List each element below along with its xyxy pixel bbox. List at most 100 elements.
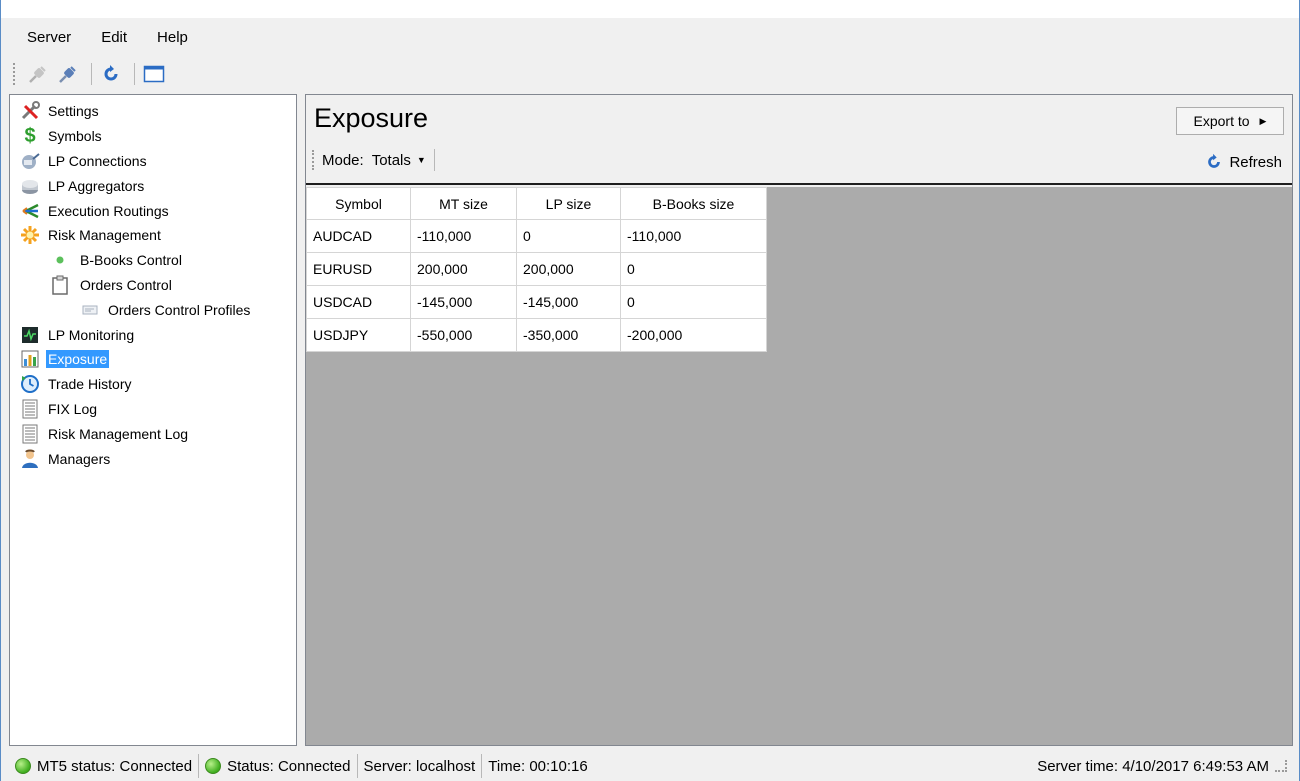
exposure-grid: Symbol MT size LP size B-Books size AUDC… bbox=[306, 187, 1292, 745]
mode-value: Totals bbox=[371, 151, 411, 169]
nav-label: Orders Control Profiles bbox=[108, 301, 251, 318]
nav-item-orders-control-profiles[interactable]: Orders Control Profiles bbox=[10, 297, 296, 322]
connection-status-text: Status: Connected bbox=[227, 757, 351, 775]
disconnect-button[interactable] bbox=[55, 61, 81, 87]
nav-label: LP Monitoring bbox=[48, 326, 135, 343]
server-status: Server: localhost bbox=[358, 754, 483, 778]
nav-item-settings[interactable]: Settings bbox=[10, 99, 296, 124]
toolbar-grip[interactable] bbox=[312, 150, 316, 170]
mode-dropdown[interactable]: Totals ▼ bbox=[372, 152, 426, 169]
cell-symbol: USDJPY bbox=[306, 318, 411, 352]
app-window: Server Edit Help Settings $ Symbols LP C… bbox=[0, 0, 1300, 781]
nav-label: LP Aggregators bbox=[48, 177, 145, 194]
routing-icon bbox=[20, 201, 40, 221]
toolbar-separator bbox=[134, 63, 135, 85]
cell-lp-size: 0 bbox=[516, 219, 621, 253]
dollar-icon: $ bbox=[24, 124, 36, 147]
profile-icon bbox=[80, 300, 100, 320]
nav-item-orders-control[interactable]: Orders Control bbox=[10, 273, 296, 298]
menu-bar: Server Edit Help bbox=[9, 18, 1293, 56]
nav-label: B-Books Control bbox=[80, 252, 182, 269]
nav-item-risk-management[interactable]: Risk Management bbox=[10, 223, 296, 248]
connect-button[interactable] bbox=[25, 61, 51, 87]
clipboard-icon bbox=[50, 275, 70, 295]
mt5-status-text: MT5 status: Connected bbox=[37, 757, 193, 775]
cell-mt-size: -110,000 bbox=[410, 219, 517, 253]
cell-symbol: AUDCAD bbox=[306, 219, 411, 253]
nav-label: Risk Management bbox=[48, 227, 161, 244]
cell-mt-size: -145,000 bbox=[410, 285, 517, 319]
lp-connections-icon bbox=[20, 151, 40, 171]
risk-icon bbox=[20, 225, 40, 245]
nav-item-managers[interactable]: Managers bbox=[10, 446, 296, 471]
exposure-table: Symbol MT size LP size B-Books size AUDC… bbox=[306, 187, 767, 352]
export-button[interactable]: Export to ▶ bbox=[1176, 107, 1284, 135]
window-icon bbox=[143, 65, 165, 83]
resize-grip[interactable] bbox=[1275, 760, 1287, 772]
nav-label: Symbols bbox=[48, 128, 102, 145]
cell-b-books-size: -200,000 bbox=[620, 318, 767, 352]
table-row[interactable]: USDJPY -550,000 -350,000 -200,000 bbox=[306, 318, 767, 352]
menu-help[interactable]: Help bbox=[153, 25, 192, 50]
nav-item-risk-management-log[interactable]: Risk Management Log bbox=[10, 421, 296, 446]
panel-header: Exposure Export to ▶ Mode: Totals ▼ Refr… bbox=[306, 95, 1292, 185]
cell-lp-size: 200,000 bbox=[516, 252, 621, 286]
connect-icon bbox=[29, 66, 46, 83]
nav-item-exposure[interactable]: Exposure bbox=[10, 347, 296, 372]
toolbar-grip[interactable] bbox=[13, 63, 17, 85]
title-area bbox=[1, 0, 1299, 18]
toolbar bbox=[9, 56, 1293, 92]
table-row[interactable]: AUDCAD -110,000 0 -110,000 bbox=[306, 219, 767, 253]
nav-label: LP Connections bbox=[48, 152, 147, 169]
menu-server[interactable]: Server bbox=[23, 25, 75, 50]
window-button[interactable] bbox=[141, 61, 167, 87]
menu-edit[interactable]: Edit bbox=[97, 25, 131, 50]
column-header-mt-size[interactable]: MT size bbox=[410, 187, 517, 220]
table-row[interactable]: USDCAD -145,000 -145,000 0 bbox=[306, 285, 767, 319]
chevron-down-icon: ▼ bbox=[416, 155, 426, 165]
toolbar-separator bbox=[91, 63, 92, 85]
history-icon bbox=[20, 374, 40, 394]
nav-label: Settings bbox=[48, 103, 99, 120]
chart-icon bbox=[20, 349, 40, 369]
refresh-button[interactable]: Refresh bbox=[1205, 153, 1282, 171]
cell-mt-size: 200,000 bbox=[410, 252, 517, 286]
nav-item-lp-connections[interactable]: LP Connections bbox=[10, 149, 296, 174]
table-header-row: Symbol MT size LP size B-Books size bbox=[306, 187, 767, 220]
column-header-b-books-size[interactable]: B-Books size bbox=[620, 187, 767, 220]
connection-status: Status: Connected bbox=[199, 754, 358, 778]
column-header-symbol[interactable]: Symbol bbox=[306, 187, 411, 220]
nav-item-fix-log[interactable]: FIX Log bbox=[10, 397, 296, 422]
refresh-icon bbox=[104, 65, 118, 81]
cell-lp-size: -350,000 bbox=[516, 318, 621, 352]
nav-label: Trade History bbox=[48, 376, 132, 393]
nav-item-b-books-control[interactable]: B-Books Control bbox=[10, 248, 296, 273]
status-ok-icon bbox=[15, 758, 31, 774]
table-row[interactable]: EURUSD 200,000 200,000 0 bbox=[306, 252, 767, 286]
toolbar-separator bbox=[433, 149, 435, 171]
nav-label: Orders Control bbox=[80, 276, 172, 293]
aggregators-icon bbox=[20, 176, 40, 196]
nav-item-symbols[interactable]: $ Symbols bbox=[10, 124, 296, 149]
server-text: Server: localhost bbox=[363, 757, 476, 775]
cell-symbol: EURUSD bbox=[306, 252, 411, 286]
refresh-toolbar-button[interactable] bbox=[98, 61, 124, 87]
export-label: Export to bbox=[1193, 113, 1250, 129]
tools-icon bbox=[20, 101, 40, 121]
user-icon bbox=[20, 449, 40, 469]
nav-item-lp-monitoring[interactable]: LP Monitoring bbox=[10, 322, 296, 347]
nav-label: Exposure bbox=[46, 350, 110, 369]
cell-lp-size: -145,000 bbox=[516, 285, 621, 319]
monitor-icon bbox=[20, 325, 40, 345]
cell-symbol: USDCAD bbox=[306, 285, 411, 319]
server-time: Server time: 4/10/2017 6:49:53 AM bbox=[1037, 758, 1293, 775]
status-bar: MT5 status: Connected Status: Connected … bbox=[9, 751, 1293, 781]
nav-item-execution-routings[interactable]: Execution Routings bbox=[10, 198, 296, 223]
refresh-icon bbox=[1208, 153, 1221, 168]
bullet-icon bbox=[50, 250, 70, 270]
nav-item-trade-history[interactable]: Trade History bbox=[10, 372, 296, 397]
mode-toolbar: Mode: Totals ▼ bbox=[312, 149, 435, 171]
refresh-label: Refresh bbox=[1229, 153, 1282, 171]
column-header-lp-size[interactable]: LP size bbox=[516, 187, 621, 220]
nav-item-lp-aggregators[interactable]: LP Aggregators bbox=[10, 173, 296, 198]
